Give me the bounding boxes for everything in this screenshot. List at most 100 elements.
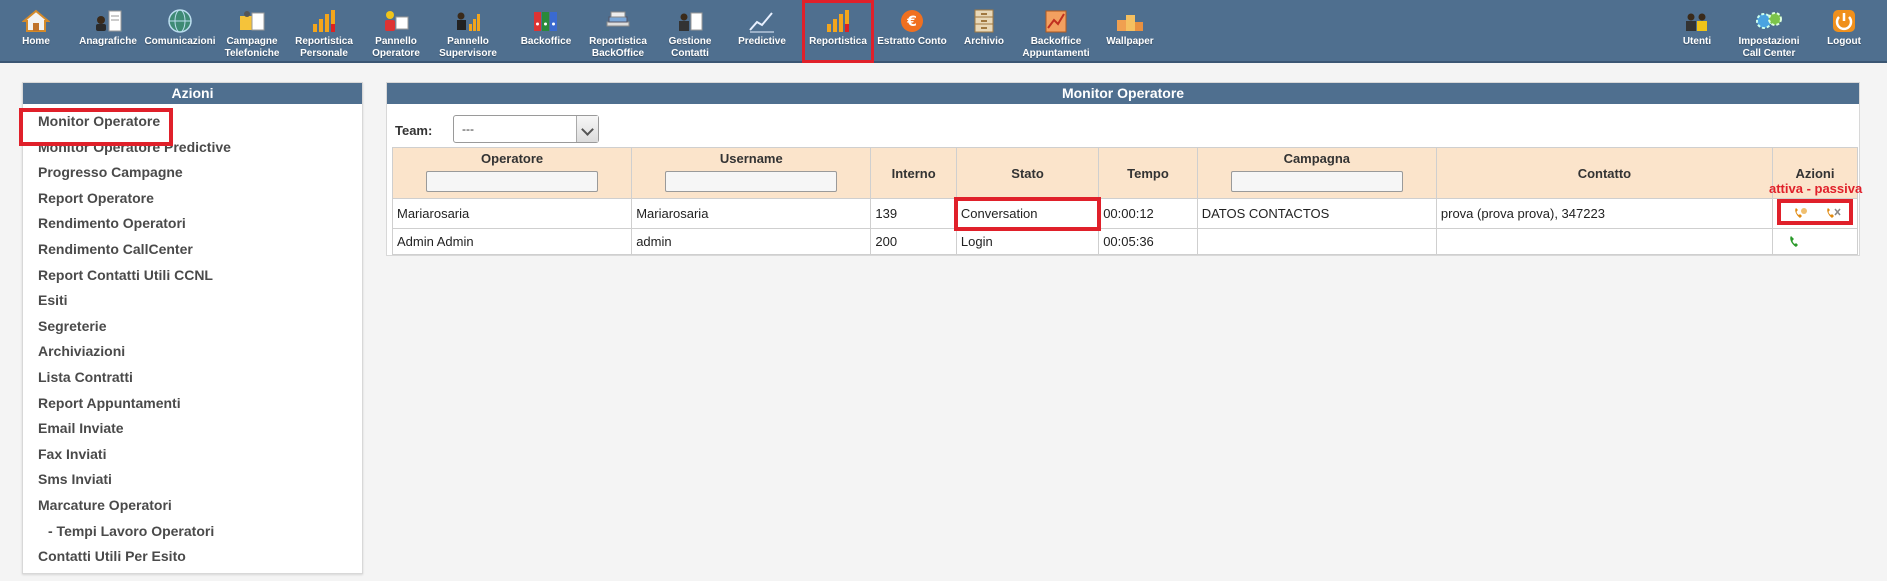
toolbar-label: Campagne Telefoniche (224, 36, 280, 59)
toolbar-utenti[interactable]: Utenti (1661, 0, 1733, 63)
cell-operatore: Mariarosaria (391, 198, 633, 229)
calendar-icon (1045, 10, 1067, 33)
operator-panel-icon (385, 11, 409, 31)
azioni-annotation: attiva - passiva (1769, 181, 1863, 196)
chevron-down-icon[interactable] (576, 116, 598, 142)
column-header-username: Username (631, 147, 872, 199)
menu-item-lista-contratti[interactable]: Lista Contratti (23, 365, 362, 391)
toolbar-home[interactable]: Home (0, 0, 72, 63)
toolbar-label: Pannello Operatore (372, 36, 420, 59)
menu-item-tempi-lavoro-operatori[interactable]: - Tempi Lavoro Operatori (23, 519, 362, 545)
column-header-contatto: Contatto (1435, 147, 1773, 199)
toolbar-backoffice[interactable]: Backoffice (510, 0, 582, 63)
username-filter-input[interactable] (665, 171, 838, 192)
actions-panel-title: Azioni (23, 83, 362, 104)
column-header-interno: Interno (870, 147, 957, 199)
menu-item-monitor-operatore[interactable]: Monitor Operatore (19, 108, 362, 146)
toolbar-archivio[interactable]: Archivio (948, 0, 1020, 63)
toolbar-label: Wallpaper (1106, 36, 1154, 47)
column-header-campagna: Campagna (1196, 147, 1437, 199)
actions-panel: Azioni Monitor Operatore Monitor Operato… (19, 82, 363, 574)
archive-cabinet-icon (974, 9, 994, 33)
menu-item-report-operatore[interactable]: Report Operatore (23, 186, 362, 212)
podium-icon (1117, 15, 1143, 31)
toolbar-label: Backoffice (520, 36, 572, 47)
listen-active-icon[interactable] (1793, 206, 1809, 220)
menu-item-progresso-campagne[interactable]: Progresso Campagne (23, 160, 362, 186)
contacts-icon (96, 10, 122, 32)
column-label: Campagna (1283, 151, 1351, 166)
toolbar-pannello-operatore[interactable]: Pannello Operatore (360, 0, 432, 63)
cell-campagna (1196, 228, 1437, 255)
toolbar-label: Reportistica Personale (295, 36, 353, 59)
column-label: Operatore (481, 151, 544, 166)
table-row: Admin Admin admin 200 Login 00:05:36 (391, 228, 1859, 255)
toolbar-comunicazioni[interactable]: Comunicazioni (144, 0, 216, 63)
listen-passive-icon[interactable] (1825, 206, 1841, 220)
toolbar-reportistica-backoffice[interactable]: Reportistica BackOffice (582, 0, 654, 63)
line-chart-icon (749, 12, 774, 33)
azioni-highlight (1776, 199, 1853, 225)
cell-campagna: DATOS CONTACTOS (1196, 198, 1437, 229)
menu-item-fax-inviati[interactable]: Fax Inviati (23, 442, 362, 468)
phone-call-icon[interactable] (1788, 235, 1802, 252)
toolbar-label: Estratto Conto (877, 36, 947, 47)
column-header-operatore: Operatore (391, 147, 633, 199)
toolbar-backoffice-appuntamenti[interactable]: Backoffice Appuntamenti (1020, 0, 1092, 63)
toolbar-label: Logout (1827, 36, 1861, 47)
cell-username: Mariarosaria (631, 198, 872, 229)
users-icon (1686, 13, 1707, 31)
cell-azioni (1771, 198, 1859, 229)
cell-tempo: 00:00:12 (1098, 198, 1198, 229)
toolbar-estratto-conto[interactable]: € Estratto Conto (876, 0, 948, 63)
team-select-value: --- (462, 122, 474, 136)
team-select[interactable]: --- (453, 115, 599, 143)
menu-item-esiti[interactable]: Esiti (23, 288, 362, 314)
menu-item-report-appuntamenti[interactable]: Report Appuntamenti (23, 391, 362, 417)
column-header-tempo: Tempo (1098, 147, 1198, 199)
toolbar-impostazioni-call-center[interactable]: Impostazioni Call Center (1733, 0, 1805, 63)
toolbar-label: Home (22, 36, 50, 47)
toolbar-anagrafiche[interactable]: Anagrafiche (72, 0, 144, 63)
toolbar-logout[interactable]: Logout (1808, 0, 1880, 63)
menu-item-archiviazioni[interactable]: Archiviazioni (23, 339, 362, 365)
column-header-stato: Stato (955, 147, 1100, 199)
team-label: Team: (395, 123, 433, 138)
toolbar-label: Impostazioni Call Center (1738, 36, 1800, 59)
documents-stack-icon (606, 11, 630, 27)
toolbar-label: Comunicazioni (144, 36, 216, 47)
table-header-row: Operatore Username Interno Stato Tempo C… (391, 147, 1859, 199)
euro-icon: € (901, 10, 923, 32)
toolbar-reportistica[interactable]: Reportistica (802, 0, 874, 63)
menu-item-contatti-utili-per-esito[interactable]: Contatti Utili Per Esito (23, 544, 362, 570)
toolbar-label: Utenti (1682, 36, 1712, 47)
toolbar-predictive[interactable]: Predictive (726, 0, 798, 63)
menu-item-marcature-operatori[interactable]: Marcature Operatori (23, 493, 362, 519)
menu-item-rendimento-operatori[interactable]: Rendimento Operatori (23, 211, 362, 237)
bar-chart-icon (313, 10, 335, 32)
binders-icon (534, 12, 557, 31)
toolbar-campagne-telefoniche[interactable]: Campagne Telefoniche (216, 0, 288, 63)
top-toolbar: Home Anagrafiche Comunicazioni Campagne … (0, 0, 1887, 63)
toolbar-label: Anagrafiche (79, 36, 137, 47)
column-label: Username (719, 151, 783, 166)
toolbar-reportistica-personale[interactable]: Reportistica Personale (288, 0, 360, 63)
operatore-filter-input[interactable] (426, 171, 599, 192)
toolbar-label: Reportistica (809, 36, 867, 47)
menu-item-rendimento-callcenter[interactable]: Rendimento CallCenter (23, 237, 362, 263)
menu-item-sms-inviati[interactable]: Sms Inviati (23, 467, 362, 493)
power-icon (1833, 10, 1855, 32)
toolbar-gestione-contatti[interactable]: Gestione Contatti (654, 0, 726, 63)
menu-item-email-inviate[interactable]: Email Inviate (23, 416, 362, 442)
cell-contatto (1435, 228, 1773, 255)
campagna-filter-input[interactable] (1230, 171, 1403, 192)
toolbar-pannello-supervisore[interactable]: Pannello Supervisore (432, 0, 504, 63)
gears-icon (1756, 12, 1782, 29)
toolbar-wallpaper[interactable]: Wallpaper (1094, 0, 1166, 63)
contact-management-icon (679, 12, 703, 31)
menu-item-segreterie[interactable]: Segreterie (23, 314, 362, 340)
cell-interno: 200 (870, 228, 957, 255)
table-row: Mariarosaria Mariarosaria 139 Conversati… (391, 196, 1859, 231)
menu-item-report-contatti-utili-ccnl[interactable]: Report Contatti Utili CCNL (23, 263, 362, 289)
cell-tempo: 00:05:36 (1098, 228, 1198, 255)
